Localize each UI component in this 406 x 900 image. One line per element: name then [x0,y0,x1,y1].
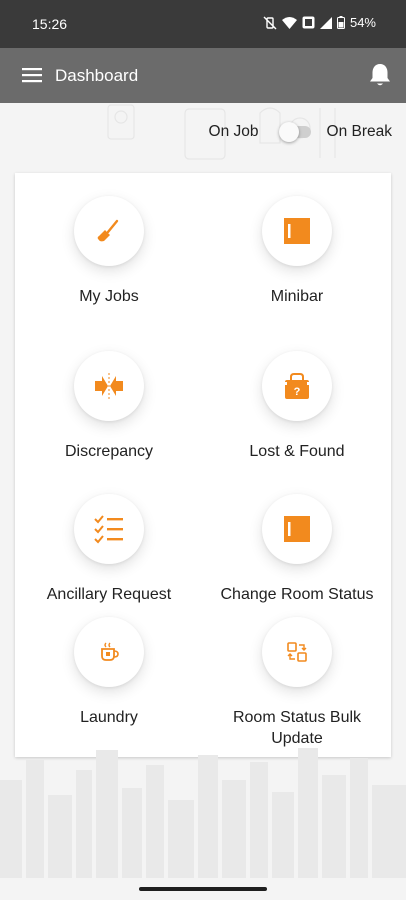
menu-icon[interactable] [22,66,44,84]
laundry-icon [101,642,119,661]
status-time: 15:26 [32,16,68,32]
svg-text:?: ? [294,386,301,398]
tile-icon-circle [74,494,144,564]
home-indicator[interactable] [139,887,267,891]
tile-icon-circle [74,617,144,687]
checklist-icon [94,515,123,544]
on-break-label: On Break [326,123,392,140]
battery-percent: 54% [349,15,376,30]
toggle-thumb [278,122,299,142]
bulk-update-icon [287,642,307,662]
wifi-icon [281,16,297,29]
tile-icon-circle [262,196,332,266]
cell-signal-icon [319,16,332,29]
tile-minibar[interactable]: Minibar [203,196,391,307]
tile-icon-circle [74,351,144,421]
tile-my-jobs[interactable]: My Jobs [15,196,203,307]
status-icons: 54% [263,15,376,30]
tile-label: Ancillary Request [46,586,172,603]
bell-icon[interactable] [366,61,394,89]
app-bar: Dashboard [0,48,406,103]
tile-ancillary-request[interactable]: Ancillary Request [15,494,203,605]
tile-icon-circle [262,494,332,564]
shift-toggle-switch[interactable] [278,121,313,143]
page-title: Dashboard [55,66,139,85]
lost-found-icon: ? [282,373,312,399]
tile-label: Minibar [270,288,324,305]
tile-room-status-bulk-update[interactable]: Room Status Bulk Update [203,617,391,749]
tile-discrepancy[interactable]: Discrepancy [15,351,203,462]
discrepancy-icon [95,373,123,399]
tile-label: Change Room Status [220,586,374,603]
tile-label: Discrepancy [64,443,154,460]
tile-change-room-status[interactable]: Change Room Status [203,494,391,605]
room-status-icon [284,516,310,542]
on-job-label: On Job [208,123,259,140]
signal-box-icon [302,16,315,29]
battery-icon [336,16,345,29]
shift-toggle-row: On Job On Break [209,121,392,143]
tile-label: My Jobs [79,288,139,305]
minibar-icon [284,218,310,244]
tile-icon-circle: ? [262,351,332,421]
tile-label: Lost & Found [249,443,345,460]
tile-laundry[interactable]: Laundry [15,617,203,728]
tile-lost-found[interactable]: ? Lost & Found [203,351,391,462]
dashboard-card: My Jobs Minibar Discrepancy ? Lost & Fou… [15,173,391,757]
tile-icon-circle [262,617,332,687]
vibrate-off-icon [263,16,277,29]
tile-label: Laundry [80,709,138,726]
broom-icon [97,219,119,242]
tile-icon-circle [74,196,144,266]
skyline-background [0,748,406,878]
status-bar: 15:26 54% [0,0,406,48]
